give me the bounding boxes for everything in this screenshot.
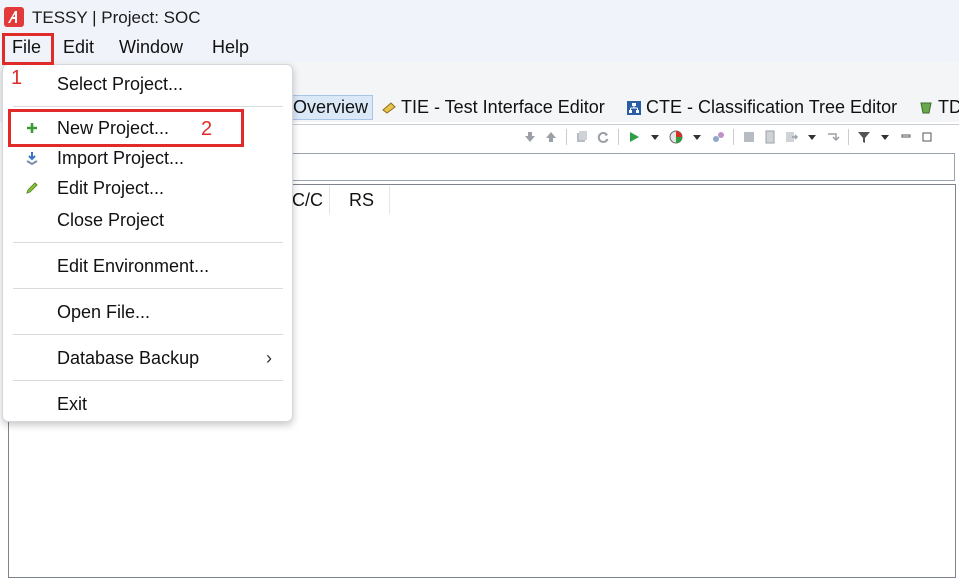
copy-icon[interactable] (573, 128, 591, 146)
menu-item-label: Edit Environment... (57, 255, 210, 276)
tab-tie-label: TIE - Test Interface Editor (401, 97, 605, 117)
tab-td[interactable]: TD (918, 95, 959, 120)
tab-cte-label: CTE - Classification Tree Editor (646, 97, 898, 117)
title-bar: TESSY | Project: SOC (0, 0, 959, 34)
menu-item-label: Close Project (57, 209, 165, 230)
column-header-rs[interactable]: RS (330, 186, 390, 214)
tab-overview[interactable]: Overview (288, 95, 374, 120)
menu-separator (13, 334, 283, 335)
menu-edit[interactable]: Edit (63, 37, 94, 58)
settings-icon[interactable] (709, 128, 727, 146)
chevron-down-icon[interactable] (876, 128, 894, 146)
menu-item-close-project[interactable]: Close Project (3, 205, 292, 235)
menu-window[interactable]: Window (119, 37, 183, 58)
toolbar-separator (848, 129, 849, 145)
menu-help[interactable]: Help (212, 37, 249, 58)
report-icon[interactable] (761, 128, 779, 146)
module-icon[interactable] (740, 128, 758, 146)
pencil-icon (23, 179, 41, 197)
export-icon[interactable] (782, 128, 800, 146)
move-up-icon[interactable] (542, 128, 560, 146)
menu-item-import-project[interactable]: Import Project... (3, 143, 292, 173)
tie-icon (381, 100, 397, 116)
menu-separator (13, 106, 283, 107)
coverage-icon[interactable] (667, 128, 685, 146)
minimize-icon[interactable] (897, 128, 915, 146)
menu-item-open-file[interactable]: Open File... (3, 297, 292, 327)
toolbar-separator (733, 129, 734, 145)
chevron-down-icon[interactable] (803, 128, 821, 146)
menu-item-edit-project[interactable]: Edit Project... (3, 173, 292, 203)
window-title: TESSY | Project: SOC (32, 8, 201, 27)
filter-icon[interactable] (855, 128, 873, 146)
menu-item-label: Open File... (57, 301, 151, 322)
run-icon[interactable] (625, 128, 643, 146)
import-icon (23, 149, 41, 167)
cte-icon (626, 100, 642, 116)
menu-item-label: Select Project... (57, 73, 184, 94)
menu-item-edit-environment[interactable]: Edit Environment... (3, 251, 292, 281)
annotation-step-1: 1 (11, 67, 23, 89)
chevron-down-icon[interactable] (646, 128, 664, 146)
redirect-icon[interactable] (824, 128, 842, 146)
annotation-box-file (2, 33, 54, 65)
submenu-arrow-icon: › (266, 347, 272, 368)
menu-separator (13, 380, 283, 381)
toolbar-separator (566, 129, 567, 145)
tab-td-label: TD (938, 97, 959, 117)
menu-item-label: Database Backup (57, 347, 200, 368)
menu-bar: File Edit Window Help (0, 34, 959, 62)
chevron-down-icon[interactable] (688, 128, 706, 146)
tessy-logo-icon (4, 7, 24, 27)
annotation-step-2: 2 (201, 118, 213, 140)
menu-item-database-backup[interactable]: Database Backup › (3, 343, 292, 373)
tab-overview-label: Overview (293, 97, 369, 117)
menu-item-label: Import Project... (57, 147, 185, 168)
tab-cte[interactable]: CTE - Classification Tree Editor (626, 95, 897, 120)
menu-separator (13, 288, 283, 289)
filter-input[interactable] (290, 153, 955, 181)
toolbar-separator (618, 129, 619, 145)
menu-item-label: Edit Project... (57, 177, 165, 198)
menu-item-exit[interactable]: Exit (3, 389, 292, 419)
maximize-icon[interactable] (918, 128, 936, 146)
menu-separator (13, 242, 283, 243)
menu-item-label: Exit (57, 393, 88, 414)
move-down-icon[interactable] (521, 128, 539, 146)
menu-item-select-project[interactable]: Select Project... (3, 69, 292, 99)
tab-tie[interactable]: TIE - Test Interface Editor (381, 95, 605, 120)
td-icon (918, 100, 934, 116)
refresh-icon[interactable] (594, 128, 612, 146)
